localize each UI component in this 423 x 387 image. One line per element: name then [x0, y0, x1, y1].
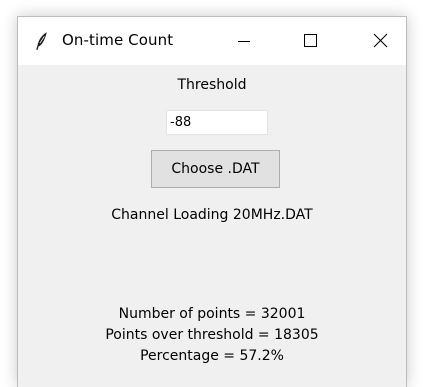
- number-of-points-text: Number of points = 32001: [118, 306, 306, 322]
- choose-dat-button[interactable]: Choose .DAT: [151, 150, 280, 188]
- threshold-label: Threshold: [177, 77, 247, 93]
- percentage-text: Percentage = 57.2%: [140, 348, 284, 364]
- close-button[interactable]: [357, 29, 403, 53]
- title-bar[interactable]: On-time Count: [18, 17, 406, 65]
- window-title: On-time Count: [62, 31, 174, 49]
- app-window: On-time Count Threshold -88 Choose .DAT …: [17, 16, 407, 387]
- minimize-button[interactable]: [221, 29, 267, 53]
- results-panel: Number of points = 32001 Points over thr…: [18, 304, 406, 367]
- points-over-threshold-text: Points over threshold = 18305: [105, 327, 319, 343]
- feather-icon: [34, 31, 50, 51]
- threshold-input[interactable]: [166, 110, 268, 135]
- maximize-button[interactable]: [287, 29, 333, 53]
- loaded-file-label: Channel Loading 20MHz.DAT: [111, 207, 313, 223]
